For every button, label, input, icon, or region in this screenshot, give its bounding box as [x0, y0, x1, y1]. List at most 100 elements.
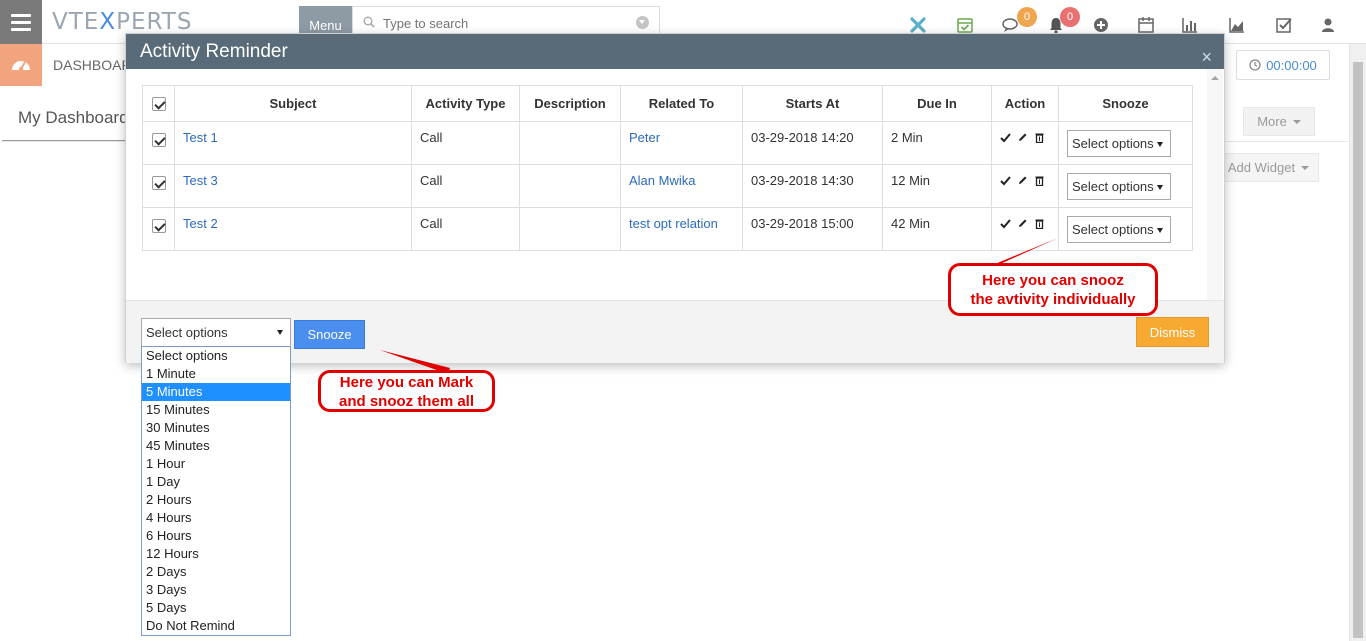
page-scrollbar-thumb[interactable]	[1353, 62, 1363, 638]
vtexperts-logo[interactable]: VTEXPERTS	[52, 9, 192, 35]
mark-done-check-icon[interactable]	[1000, 175, 1011, 186]
modal-header: Activity Reminder ×	[126, 34, 1224, 69]
description-cell	[519, 207, 621, 251]
mark-done-check-icon[interactable]	[1000, 218, 1011, 229]
snooze-option[interactable]: 2 Hours	[142, 491, 290, 509]
related-to-cell: test opt relation	[620, 207, 743, 251]
subject-link[interactable]: Test 3	[183, 173, 218, 188]
snooze-option[interactable]: 3 Days	[142, 581, 290, 599]
add-circle-icon[interactable]	[1091, 15, 1111, 35]
row-checkbox[interactable]	[151, 218, 166, 233]
snooze-option[interactable]: 5 Days	[142, 599, 290, 617]
row-snooze-select[interactable]: Select options	[1067, 173, 1171, 200]
col-header-related-to[interactable]: Related To	[620, 85, 743, 122]
action-cell	[991, 164, 1059, 208]
snooze-option[interactable]: Do Not Remind	[142, 617, 290, 635]
area-chart-icon[interactable]	[1227, 15, 1247, 35]
starts-at-cell: 03-29-2018 14:20	[742, 121, 883, 165]
table-header-row: Subject Activity Type Description Relate…	[142, 85, 1193, 122]
row-checkbox[interactable]	[151, 132, 166, 147]
hamburger-menu-icon[interactable]	[0, 0, 42, 44]
action-cell	[991, 207, 1059, 251]
annotation-text: Here you can snooz	[982, 272, 1124, 289]
snooze-cell: Select options	[1058, 207, 1193, 251]
starts-at-cell: 03-29-2018 14:30	[742, 164, 883, 208]
annotation-text: Here you can Mark	[339, 374, 474, 391]
select-all-checkbox[interactable]	[151, 97, 166, 112]
snooze-options-list: Select options 1 Minute 5 Minutes 15 Min…	[141, 346, 291, 636]
mark-done-check-icon[interactable]	[1000, 132, 1011, 143]
delete-trash-icon[interactable]	[1034, 132, 1045, 143]
caret-down-icon	[1301, 165, 1310, 170]
row-snooze-select[interactable]: Select options	[1067, 130, 1171, 157]
vtex-x-icon[interactable]	[908, 15, 928, 35]
reminders-table: Subject Activity Type Description Relate…	[142, 85, 1193, 251]
row-checkbox-cell	[142, 207, 175, 251]
snooze-button[interactable]: Snooze	[294, 320, 365, 349]
snooze-option[interactable]: 12 Hours	[142, 545, 290, 563]
modal-vertical-scrollbar[interactable]	[1207, 69, 1223, 317]
table-row: Test 1 Call Peter 03-29-2018 14:20 2 Min…	[142, 121, 1193, 165]
snooze-option[interactable]: 1 Hour	[142, 455, 290, 473]
subject-link[interactable]: Test 1	[183, 130, 218, 145]
subject-cell: Test 1	[174, 121, 412, 165]
related-to-link[interactable]: Alan Mwika	[629, 173, 695, 188]
search-input[interactable]	[383, 13, 623, 33]
reports-bar-chart-icon[interactable]	[1180, 15, 1200, 35]
delete-trash-icon[interactable]	[1034, 218, 1045, 229]
more-dropdown-button[interactable]: More	[1243, 107, 1315, 136]
edit-pencil-icon[interactable]	[1017, 175, 1028, 186]
bulk-snooze-select[interactable]: Select options	[141, 318, 291, 347]
due-in-cell: 42 Min	[882, 207, 992, 251]
clock-icon	[1249, 59, 1261, 71]
notification-badge: 0	[1060, 7, 1080, 27]
edit-pencil-icon[interactable]	[1017, 218, 1028, 229]
snooze-option[interactable]: 15 Minutes	[142, 401, 290, 419]
snooze-option[interactable]: 45 Minutes	[142, 437, 290, 455]
row-checkbox[interactable]	[151, 175, 166, 190]
user-icon[interactable]	[1318, 15, 1338, 35]
snooze-option[interactable]: 30 Minutes	[142, 419, 290, 437]
calendar-check-icon[interactable]	[955, 15, 975, 35]
subject-cell: Test 2	[174, 207, 412, 251]
snooze-option[interactable]: 2 Days	[142, 563, 290, 581]
timer-button[interactable]: 00:00:00	[1236, 50, 1330, 80]
description-cell	[519, 164, 621, 208]
search-icon	[363, 16, 375, 28]
tasks-checkbox-icon[interactable]	[1274, 15, 1294, 35]
related-to-link[interactable]: test opt relation	[629, 216, 718, 231]
snooze-option[interactable]: 4 Hours	[142, 509, 290, 527]
related-to-link[interactable]: Peter	[629, 130, 660, 145]
close-icon[interactable]: ×	[1201, 48, 1212, 66]
snooze-option[interactable]: 1 Minute	[142, 365, 290, 383]
snooze-option[interactable]: 6 Hours	[142, 527, 290, 545]
col-header-description[interactable]: Description	[519, 85, 621, 122]
col-header-due-in[interactable]: Due In	[882, 85, 992, 122]
dashboard-speedometer-icon[interactable]	[0, 44, 42, 86]
edit-pencil-icon[interactable]	[1017, 132, 1028, 143]
row-checkbox-cell	[142, 164, 175, 208]
tab-my-dashboard[interactable]: My Dashboard	[2, 100, 132, 142]
subject-link[interactable]: Test 2	[183, 216, 218, 231]
dismiss-button[interactable]: Dismiss	[1136, 317, 1209, 347]
snooze-option[interactable]: Select options	[142, 347, 290, 365]
delete-trash-icon[interactable]	[1034, 175, 1045, 186]
subject-cell: Test 3	[174, 164, 412, 208]
row-snooze-select[interactable]: Select options	[1067, 216, 1171, 243]
col-header-snooze: Snooze	[1058, 85, 1193, 122]
search-filter-dropdown-icon[interactable]	[636, 16, 649, 29]
snooze-option[interactable]: 1 Day	[142, 473, 290, 491]
more-label: More	[1257, 114, 1287, 129]
scroll-up-arrow-icon[interactable]	[1211, 76, 1219, 80]
annotation-text: and snooz them all	[338, 393, 474, 410]
snooze-option-selected[interactable]: 5 Minutes	[142, 383, 290, 401]
col-header-starts-at[interactable]: Starts At	[742, 85, 883, 122]
starts-at-cell: 03-29-2018 15:00	[742, 207, 883, 251]
add-widget-button[interactable]: Add Widget	[1218, 153, 1319, 182]
col-header-activity-type[interactable]: Activity Type	[411, 85, 520, 122]
chat-badge: 0	[1017, 7, 1037, 27]
page-scrollbar[interactable]	[1349, 44, 1366, 641]
col-header-action: Action	[991, 85, 1059, 122]
calendar-icon[interactable]	[1136, 15, 1156, 35]
col-header-subject[interactable]: Subject	[174, 85, 412, 122]
